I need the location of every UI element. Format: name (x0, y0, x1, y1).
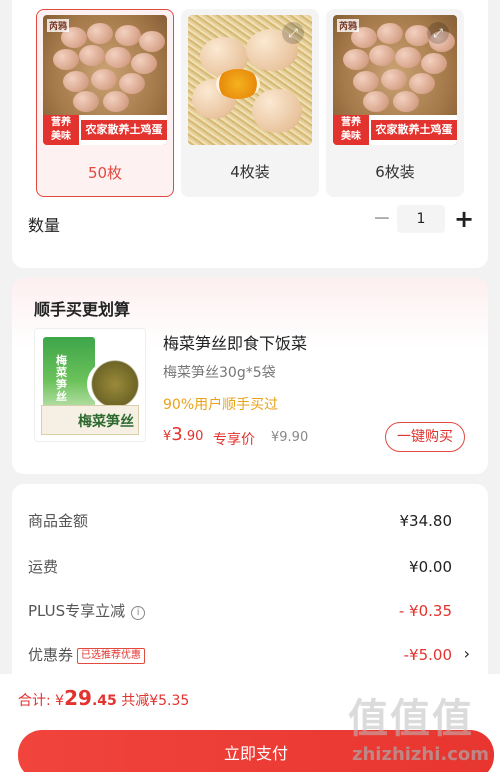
promo-social-proof: 90%用户顺手买过 (163, 397, 279, 413)
promo-product-spec: 梅菜笋丝30g*5袋 (163, 365, 276, 381)
price-decimal: .90 (182, 429, 204, 444)
info-icon[interactable]: i (131, 606, 146, 620)
spec-option-4[interactable]: ⤢ 4枚装 (181, 9, 319, 197)
summary-value-coupon: -¥5.00 (403, 646, 452, 664)
summary-label-plus: PLUS专享立减 (28, 602, 126, 620)
quantity-input[interactable]: 1 (397, 205, 445, 233)
summary-value-subtotal: ¥34.80 (399, 512, 453, 530)
spec-option-image: ⤢ (188, 15, 312, 145)
summary-row-plus: PLUS专享立减 i (28, 600, 146, 621)
banner-product-name: 农家散养土鸡蛋 (81, 120, 167, 140)
quantity-decrease-button[interactable]: − (372, 208, 392, 232)
order-summary-card: 商品金额 ¥34.80 运费 ¥0.00 PLUS专享立减 i - ¥0.35 优… (12, 484, 488, 684)
spec-option-label: 6枚装 (375, 163, 415, 181)
spec-option-label: 4枚装 (230, 163, 270, 181)
total-decimal: .45 (91, 693, 117, 709)
spec-option-6[interactable]: 芮鸦 ⤢ 营养 美味 农家散养土鸡蛋 6枚装 (326, 9, 464, 197)
expand-icon[interactable]: ⤢ (282, 22, 304, 44)
watermark-logo: 值值值 (348, 696, 474, 742)
promo-product-image[interactable]: 梅菜笋丝 梅菜笋丝 (34, 328, 146, 442)
total-symbol: ¥ (55, 693, 65, 709)
quantity-increase-button[interactable]: + (452, 206, 476, 232)
summary-row-coupon[interactable]: 优惠券 已选推荐优惠 (28, 644, 146, 665)
banner-badge: 营养 美味 (43, 115, 79, 145)
brand-logo: 芮鸦 (337, 19, 360, 32)
summary-label-coupon: 优惠券 (28, 646, 74, 664)
spec-option-image: 芮鸦 营养 美味 农家散养土鸡蛋 (43, 15, 167, 145)
summary-value-plus: - ¥0.35 (398, 602, 452, 620)
spec-option-image: 芮鸦 ⤢ 营养 美味 农家散养土鸡蛋 (333, 15, 457, 145)
spec-option-50[interactable]: 芮鸦 营养 美味 农家散养土鸡蛋 50枚 (36, 9, 174, 197)
promo-product-name[interactable]: 梅菜笋丝即食下饭菜 (163, 330, 307, 354)
chevron-right-icon[interactable]: › (464, 644, 470, 663)
watermark-url: zhizhizhi.com (352, 744, 490, 765)
total-price: 合计: ¥29.45 共减¥5.35 (18, 686, 189, 710)
summary-label-subtotal: 商品金额 (28, 512, 89, 530)
box-text: 梅菜笋丝 (78, 414, 134, 430)
total-saving: 共减¥5.35 (121, 693, 190, 709)
coupon-tag: 已选推荐优惠 (77, 648, 146, 664)
one-click-buy-button[interactable]: 一键购买 (385, 422, 465, 452)
brand-logo: 芮鸦 (47, 19, 70, 32)
price-badge: 专享价 (213, 432, 255, 448)
summary-label-shipping: 运费 (28, 558, 59, 576)
total-label: 合计: (18, 693, 56, 709)
banner-product-name: 农家散养土鸡蛋 (371, 120, 457, 140)
summary-value-shipping: ¥0.00 (409, 558, 452, 576)
total-integer: 29 (64, 686, 92, 710)
promo-card: 顺手买更划算 梅菜笋丝 梅菜笋丝 梅菜笋丝即食下饭菜 梅菜笋丝30g*5袋 90… (12, 278, 488, 474)
expand-icon[interactable]: ⤢ (427, 22, 449, 44)
spec-option-label: 50枚 (87, 164, 123, 182)
spec-card: 芮鸦 营养 美味 农家散养土鸡蛋 50枚 ⤢ 4枚装 芮鸦 ⤢ 营养 美味 农家… (12, 0, 488, 268)
banner-badge: 营养 美味 (333, 115, 369, 145)
price-integer: 3 (171, 424, 183, 445)
original-price: ¥9.90 (271, 430, 309, 445)
quantity-label: 数量 (28, 216, 61, 235)
package-text: 梅菜笋丝 (56, 354, 67, 403)
promo-title: 顺手买更划算 (34, 300, 131, 319)
promo-price: ¥3.90 (163, 424, 203, 445)
